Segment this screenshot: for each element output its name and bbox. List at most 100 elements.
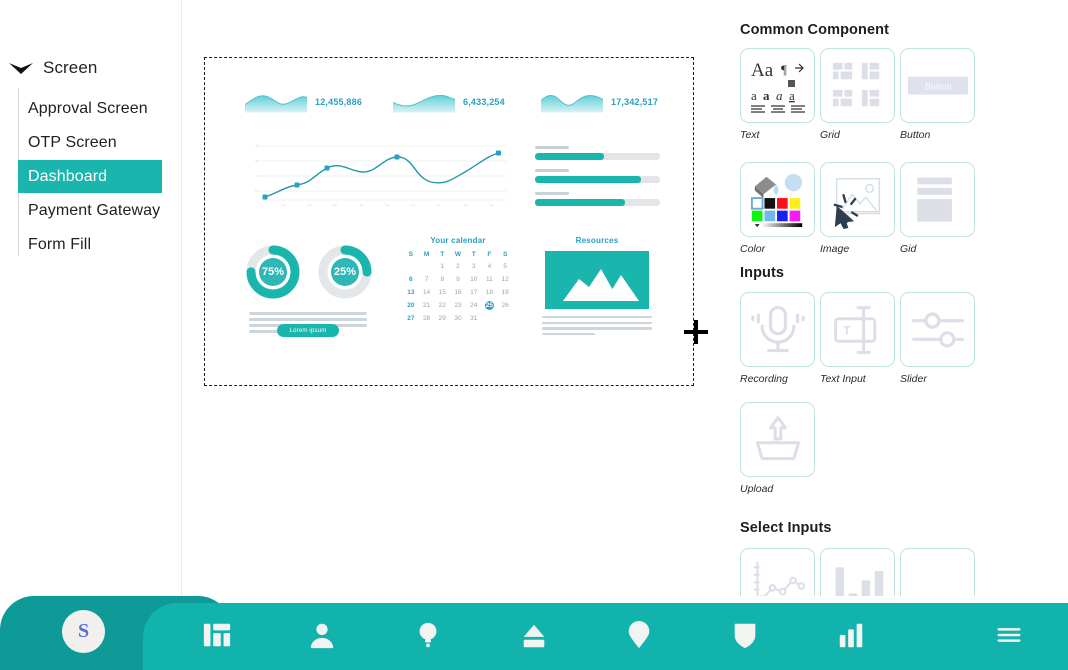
sidebar-item-otp-screen[interactable]: OTP Screen [18,126,162,159]
calendar-day-cell[interactable]: 2 [450,262,466,271]
calendar-day-cell[interactable]: 30 [450,314,466,323]
artboard-selection[interactable]: 12,455,886 6,433,254 17,342,517 400 300 200… [204,57,694,386]
calendar-day-cell[interactable]: 9 [450,275,466,284]
calendar-day-number: 21 [422,302,431,309]
component-card-bar-chart[interactable] [820,548,895,596]
resources-card: Resources [535,236,659,339]
sidebar-item-approval-screen[interactable]: Approval Screen [18,92,162,125]
calendar-day-cell[interactable]: 7 [419,275,435,284]
component-card-label: Color [740,243,766,255]
panel-section-title: Select Inputs [740,520,832,536]
eject-icon[interactable] [517,618,551,652]
calendar-weekday: S [502,251,508,258]
component-panel: Common Component Aa ¶ a a a a Text Grid Button But… [730,0,1068,596]
calendar-day-cell[interactable]: 17 [466,288,482,297]
calendar-day-cell[interactable]: 15 [434,288,450,297]
location-pin-icon[interactable] [622,618,656,652]
mountain-image-icon [545,251,649,309]
hamburger-menu-icon[interactable] [992,618,1026,652]
calendar-day-cell[interactable]: 31 [466,314,482,323]
component-card-text-input[interactable]: T [820,292,895,367]
calendar-day-cell[interactable]: 8 [434,275,450,284]
calendar-day-cell[interactable]: 20 [403,301,419,310]
design-canvas[interactable]: 12,455,886 6,433,254 17,342,517 400 300 200… [182,0,730,596]
bar-chart-icon[interactable] [834,618,868,652]
calendar-day-cell[interactable]: 16 [450,288,466,297]
calendar-day-cell[interactable]: 18 [482,288,498,297]
component-card-upload[interactable] [740,402,815,477]
component-card-color[interactable] [740,162,815,237]
svg-text:Aa: Aa [751,60,774,81]
sparkline-area-icon [540,86,604,118]
component-card-recording[interactable] [740,292,815,367]
progress-bar-group [535,146,660,215]
dashboard-grid-icon[interactable] [200,618,234,652]
calendar-day-number: 3 [471,263,476,270]
bar-chart-icon [830,558,886,596]
progress-bar [535,169,660,183]
calendar-day-cell[interactable]: 26 [497,301,513,310]
calendar-day-cell[interactable]: 10 [466,275,482,284]
donut-chart: 25% [317,244,373,300]
stat-card: 17,342,517 [540,86,658,118]
sidebar-item-form-fill[interactable]: Form Fill [18,228,162,261]
calendar-widget[interactable]: Your calendar S M T W T F S 1 2 3 4 5 6 7 8 9 10 11 12 13 14… [403,236,513,323]
calendar-day-cell[interactable]: 5 [497,262,513,271]
grid-layout-icon [829,57,887,115]
calendar-day-cell[interactable]: 12 [497,275,513,284]
calendar-day-cell[interactable]: 1 [434,262,450,271]
bottom-toolbar: S [0,596,1068,670]
calendar-day-cell[interactable]: 3 [466,262,482,271]
component-card-text[interactable]: Aa ¶ a a a a [740,48,815,123]
sidebar-root-screen[interactable]: Screen [8,58,97,78]
component-card-slider[interactable] [900,292,975,367]
calendar-day-cell[interactable]: 29 [434,314,450,323]
component-card-grid[interactable] [820,48,895,123]
calendar-day-cell[interactable]: 4 [482,262,498,271]
calendar-blank-cell [419,262,435,271]
calendar-day-cell[interactable]: 19 [497,288,513,297]
user-icon[interactable] [305,618,339,652]
calendar-weekday: T [440,251,445,258]
calendar-day-cell[interactable]: 25 [482,301,498,310]
calendar-weekday: W [454,251,462,258]
list-block-icon [912,174,964,226]
component-card-blank[interactable] [900,548,975,596]
calendar-day-cell[interactable]: 24 [466,301,482,310]
avatar[interactable]: S [62,610,105,653]
lorem-ipsum-button[interactable]: Lorem ipsum [277,324,339,337]
calendar-weekday: S [408,251,414,258]
component-card-image[interactable] [820,162,895,237]
calendar-day-number: 4 [487,263,492,270]
upload-tray-icon [750,412,806,468]
calendar-day-cell[interactable]: 23 [450,301,466,310]
stat-value: 6,433,254 [463,97,505,107]
sidebar-item-dashboard[interactable]: Dashboard [18,160,162,193]
calendar-day-number: 15 [438,289,446,296]
calendar-day-number: 23 [454,302,462,309]
chevron-down-icon[interactable] [8,60,34,76]
calendar-day-cell[interactable]: 28 [419,314,435,323]
calendar-day-cell[interactable]: 27 [403,314,419,323]
sidebar-item-label: Form Fill [28,235,92,253]
calendar-day-cell[interactable]: 6 [403,275,419,284]
sparkline-area-icon [244,86,308,118]
component-card-line-chart[interactable] [740,548,815,596]
component-card-gid[interactable] [900,162,975,237]
calendar-day-cell[interactable]: 14 [419,288,435,297]
calendar-day-number: 26 [501,302,509,309]
calendar-day-cell[interactable]: 13 [403,288,419,297]
calendar-grid[interactable]: S M T W T F S 1 2 3 4 5 6 7 8 9 10 11 12 13 14 15 16 17 18 19 20 21… [403,251,513,323]
stat-value: 12,455,886 [315,97,363,107]
calendar-day-cell[interactable]: 22 [434,301,450,310]
app-root: Screen Approval Screen OTP Screen Dashboar… [0,0,1068,670]
sidebar-item-label: Dashboard [28,167,108,185]
sidebar-item-payment-gateway[interactable]: Payment Gateway [18,194,162,227]
shield-icon[interactable] [728,618,762,652]
svg-text:Apr: Apr [359,203,363,207]
svg-text:Sep: Sep [489,203,494,207]
calendar-day-cell[interactable]: 21 [419,301,435,310]
lightbulb-icon[interactable] [411,618,445,652]
component-card-button[interactable]: Button [900,48,975,123]
calendar-day-cell[interactable]: 11 [482,275,498,284]
